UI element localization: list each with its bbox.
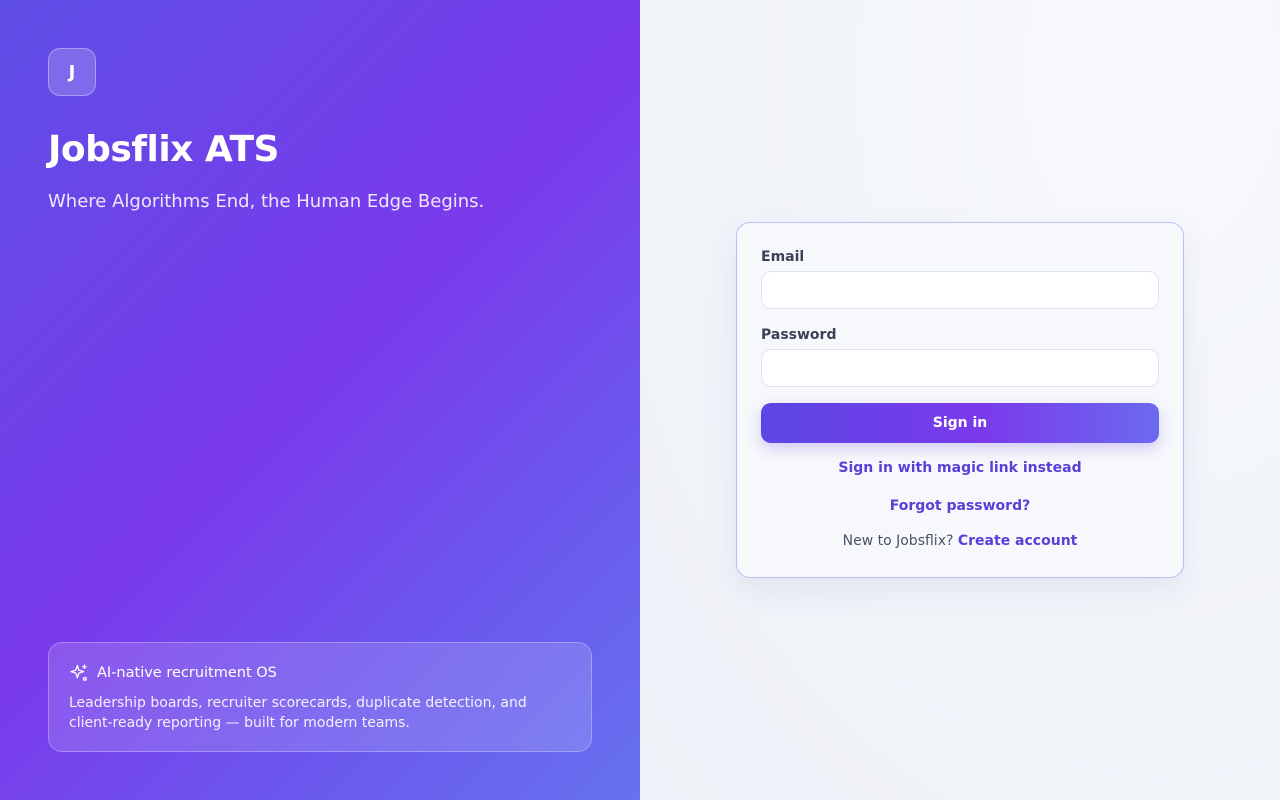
email-field[interactable] <box>761 271 1159 309</box>
new-user-text: New to Jobsflix? <box>842 533 954 549</box>
login-card: Email Password Sign in Sign in with magi… <box>736 222 1184 578</box>
logo-badge: J <box>48 48 96 96</box>
feature-header: AI-native recruitment OS <box>69 663 571 683</box>
create-account-link[interactable]: Create account <box>958 533 1077 549</box>
sparkles-icon <box>69 663 89 683</box>
logo-letter: J <box>68 61 76 83</box>
feature-card: AI-native recruitment OS Leadership boar… <box>48 642 592 752</box>
forgot-password-link[interactable]: Forgot password? <box>737 498 1183 514</box>
brand-tagline: Where Algorithms End, the Human Edge Beg… <box>48 191 485 212</box>
signup-prompt: New to Jobsflix? Create account <box>737 533 1183 549</box>
feature-title: AI-native recruitment OS <box>97 665 277 681</box>
sign-in-button[interactable]: Sign in <box>761 403 1159 443</box>
email-label: Email <box>761 249 805 265</box>
brand-panel: J Jobsflix ATS Where Algorithms End, the… <box>0 0 640 800</box>
password-label: Password <box>761 327 837 343</box>
password-field[interactable] <box>761 349 1159 387</box>
magic-link-button[interactable]: Sign in with magic link instead <box>737 460 1183 476</box>
feature-description: Leadership boards, recruiter scorecards,… <box>69 695 527 731</box>
login-panel: Email Password Sign in Sign in with magi… <box>640 0 1280 800</box>
brand-title: Jobsflix ATS <box>48 129 279 170</box>
